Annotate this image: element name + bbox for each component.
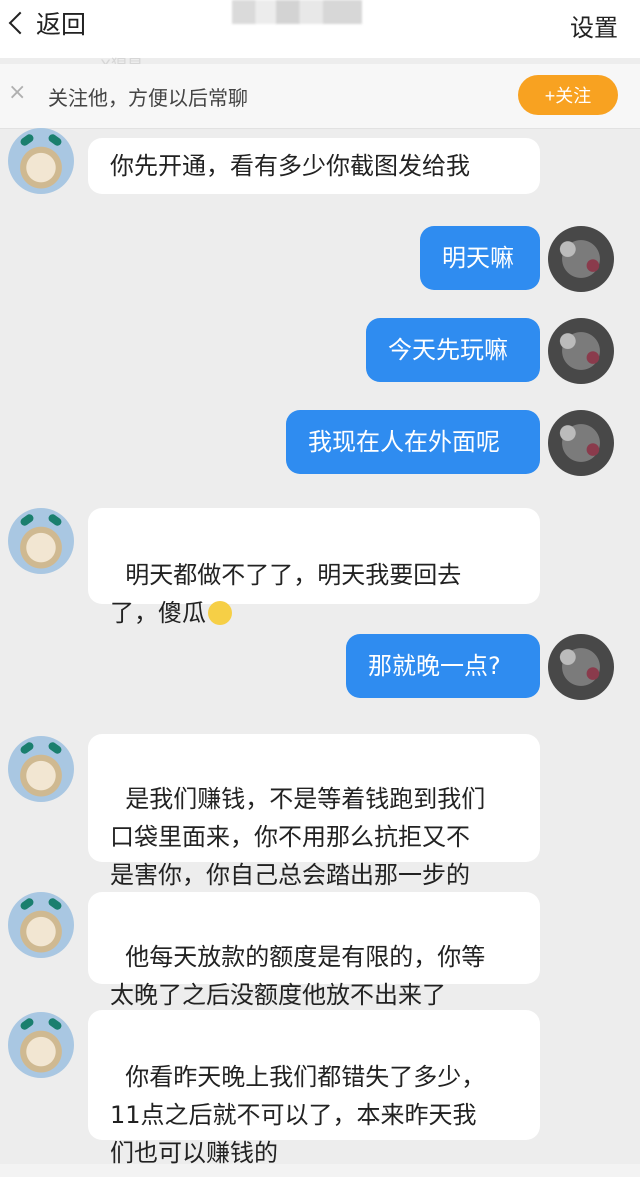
- user-avatar[interactable]: [548, 318, 614, 384]
- back-label: 返回: [36, 10, 87, 39]
- user-avatar[interactable]: [548, 226, 614, 292]
- message-bubble-incoming[interactable]: 你先开通，看有多少你截图发给我: [88, 138, 540, 194]
- settings-button[interactable]: 设置: [570, 8, 618, 43]
- message-bubble-outgoing[interactable]: 今天先玩嘛: [366, 318, 540, 382]
- follow-prompt-bar: × 关注他，方便以后常聊 +关注: [0, 64, 640, 129]
- message-bubble-outgoing[interactable]: 那就晚一点?: [346, 634, 540, 698]
- message-text: 是我们赚钱，不是等着钱跑到我们 口袋里面来，你不用那么抗拒又不 是害你，你自己总…: [110, 785, 486, 889]
- follow-prompt-text: 关注他，方便以后常聊: [48, 86, 248, 110]
- message-text: 明天嘛: [442, 244, 514, 272]
- close-icon[interactable]: ×: [8, 82, 30, 104]
- blurred-contact-name: [232, 0, 362, 24]
- message-text: 他每天放款的额度是有限的，你等 太晚了之后没额度他放不出来了: [110, 943, 486, 1009]
- message-text: 今天先玩嘛: [388, 336, 508, 364]
- message-bubble-incoming[interactable]: 是我们赚钱，不是等着钱跑到我们 口袋里面来，你不用那么抗拒又不 是害你，你自己总…: [88, 734, 540, 889]
- message-text: 你看昨天晚上我们都错失了多少， 11点之后就不可以了，本来昨天我 们也可以赚钱的: [110, 1063, 486, 1167]
- message-bubble-incoming[interactable]: 明天都做不了了，明天我要回去 了，傻瓜: [88, 508, 540, 627]
- back-button[interactable]: 返回: [8, 6, 86, 40]
- user-avatar[interactable]: [548, 410, 614, 476]
- user-avatar[interactable]: [548, 634, 614, 700]
- message-bubble-incoming[interactable]: 他每天放款的额度是有限的，你等 太晚了之后没额度他放不出来了: [88, 892, 540, 1009]
- follow-button[interactable]: +关注: [518, 75, 618, 115]
- top-navigation-bar: 返回 设置: [0, 0, 640, 58]
- contact-avatar[interactable]: [8, 1012, 74, 1078]
- contact-avatar[interactable]: [8, 128, 74, 194]
- message-bubble-outgoing[interactable]: 明天嘛: [420, 226, 540, 290]
- contact-avatar[interactable]: [8, 508, 74, 574]
- message-text: 我现在人在外面呢: [308, 428, 500, 456]
- message-text: 你先开通，看有多少你截图发给我: [110, 152, 470, 180]
- chevron-left-icon: [8, 11, 32, 35]
- contact-avatar[interactable]: [8, 892, 74, 958]
- contact-avatar[interactable]: [8, 736, 74, 802]
- message-text: 那就晚一点?: [368, 652, 501, 680]
- next-message-edge: [0, 1164, 640, 1177]
- message-text: 明天都做不了了，明天我要回去 了，傻瓜: [110, 561, 462, 627]
- message-bubble-incoming[interactable]: 你看昨天晚上我们都错失了多少， 11点之后就不可以了，本来昨天我 们也可以赚钱的: [88, 1010, 540, 1167]
- smirk-emoji-icon: [208, 601, 232, 625]
- message-bubble-outgoing[interactable]: 我现在人在外面呢: [286, 410, 540, 474]
